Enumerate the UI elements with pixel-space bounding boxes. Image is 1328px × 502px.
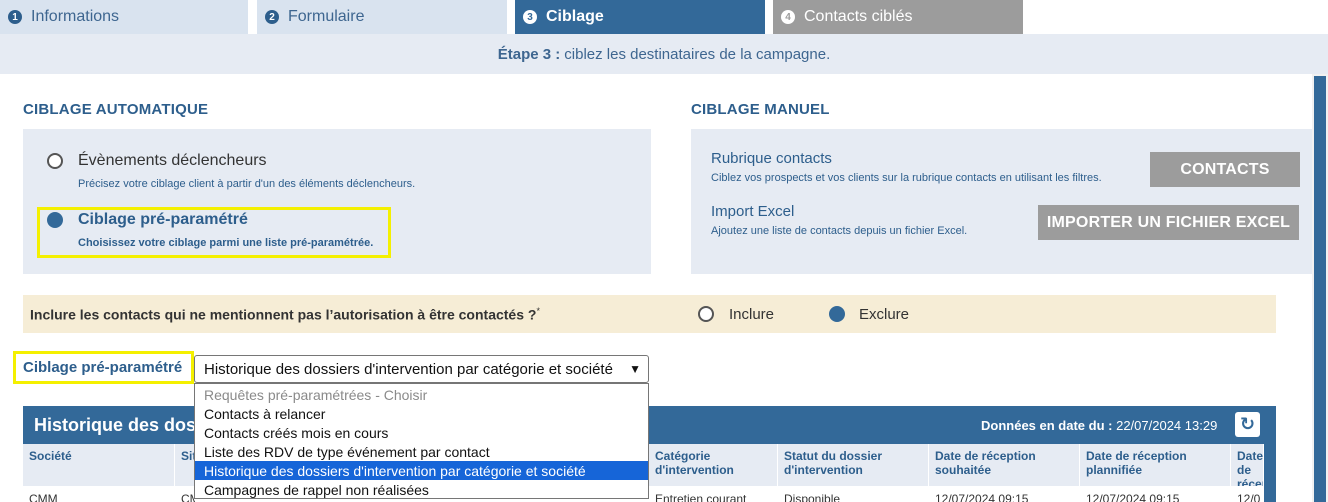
consent-question-text: Inclure les contacts qui ne mentionnent … — [30, 306, 537, 323]
chevron-down-icon: ▼ — [629, 362, 641, 376]
column-header-site[interactable]: Site — [175, 444, 195, 486]
radio-inclure[interactable] — [698, 306, 714, 322]
date-label: Données en date du : — [981, 418, 1113, 433]
column-header-date-souhaitee[interactable]: Date de réception souhaitée — [929, 444, 1080, 486]
tab-formulaire[interactable]: 2 Formulaire — [257, 0, 507, 34]
radio-preset[interactable] — [47, 212, 63, 228]
tab-informations[interactable]: 1 Informations — [0, 0, 248, 34]
option-evenements-desc: Précisez votre ciblage client à partir d… — [78, 178, 416, 190]
step-banner-prefix: Étape 3 : — [497, 45, 561, 63]
step-number-4: 4 — [781, 10, 795, 24]
column-header-statut[interactable]: Statut du dossier d'intervention — [778, 444, 929, 486]
import-excel-button[interactable]: IMPORTER UN FICHIER EXCEL — [1038, 205, 1299, 240]
column-header-date-souhaitee-2[interactable]: Date de réception souhaitée — [1231, 444, 1264, 486]
tab-informations-label: Informations — [31, 8, 120, 25]
preset-select-value: Historique des dossiers d'intervention p… — [204, 360, 613, 378]
import-excel-title: Import Excel — [711, 203, 795, 220]
rubrique-contacts-title: Rubrique contacts — [711, 150, 832, 167]
table-scrollbar[interactable] — [1264, 444, 1276, 502]
column-header-categorie[interactable]: Catégorie d'intervention — [649, 444, 778, 486]
cell-date-souhaitee-2: 12/0 — [1237, 492, 1261, 502]
refresh-icon[interactable]: ↻ — [1235, 412, 1260, 437]
dropdown-option[interactable]: Campagnes de rappel non réalisées — [195, 480, 648, 499]
import-excel-desc: Ajoutez une liste de contacts depuis un … — [711, 225, 968, 237]
option-preset-desc: Choisissez votre ciblage parmi une liste… — [78, 237, 374, 249]
step-banner: Étape 3 : ciblez les destinataires de la… — [0, 34, 1328, 74]
dropdown-option[interactable]: Contacts à relancer — [195, 404, 648, 423]
manual-section-title: CIBLAGE MANUEL — [691, 101, 830, 118]
date-value: 22/07/2024 13:29 — [1116, 418, 1218, 433]
option-exclure-label[interactable]: Exclure — [859, 306, 909, 323]
page-scrollbar-thumb[interactable] — [1314, 76, 1326, 502]
preset-select[interactable]: Historique des dossiers d'intervention p… — [194, 355, 649, 383]
step-number-2: 2 — [265, 10, 279, 24]
dropdown-option[interactable]: Liste des RDV de type événement par cont… — [195, 442, 648, 461]
tab-ciblage[interactable]: 3 Ciblage — [515, 0, 765, 34]
cell-site: CMM - Le Thillay — [181, 492, 195, 502]
tab-formulaire-label: Formulaire — [288, 8, 365, 25]
results-table-title: Historique des dossiers d'intervention p… — [34, 415, 194, 435]
tab-contacts-cibles-label: Contacts ciblés — [804, 8, 913, 25]
cell-date-plannifiee: 12/07/2024 09:15 — [1086, 492, 1180, 502]
column-header-societe[interactable]: Société — [23, 444, 175, 486]
preset-select-label: Ciblage pré-paramétré — [23, 359, 183, 376]
dropdown-option[interactable]: Contacts créés mois en cours — [195, 423, 648, 442]
dropdown-option[interactable]: Requêtes pré-paramétrées - Choisir — [195, 385, 648, 404]
cell-statut: Disponible — [784, 492, 841, 502]
results-table-date: Données en date du : 22/07/2024 13:29 — [981, 418, 1217, 433]
cell-categorie: Entretien courant — [655, 492, 747, 502]
column-header-date-plannifiee[interactable]: Date de réception plannifiée — [1080, 444, 1231, 486]
step-banner-text: ciblez les destinataires de la campagne. — [564, 45, 831, 63]
step-number-1: 1 — [8, 10, 22, 24]
cell-societe: CMM — [29, 492, 58, 502]
option-preset-title[interactable]: Ciblage pré-paramétré — [78, 211, 248, 229]
dropdown-option-selected[interactable]: Historique des dossiers d'intervention p… — [195, 461, 648, 480]
wizard-steps: 1 Informations 2 Formulaire 3 Ciblage 4 … — [0, 0, 1328, 34]
rubrique-contacts-desc: Ciblez vos prospects et vos clients sur … — [711, 172, 1102, 184]
radio-evenements[interactable] — [47, 153, 63, 169]
step-number-3: 3 — [523, 10, 537, 24]
consent-bar: Inclure les contacts qui ne mentionnent … — [23, 295, 1276, 333]
preset-dropdown-list: Requêtes pré-paramétrées - Choisir Conta… — [194, 383, 649, 499]
cell-date-souhaitee: 12/07/2024 09:15 — [935, 492, 1029, 502]
option-inclure-label[interactable]: Inclure — [729, 306, 774, 323]
tab-contacts-cibles[interactable]: 4 Contacts ciblés — [773, 0, 1023, 34]
tab-ciblage-label: Ciblage — [546, 8, 604, 25]
required-mark: * — [536, 306, 540, 316]
radio-exclure[interactable] — [829, 306, 845, 322]
consent-question: Inclure les contacts qui ne mentionnent … — [30, 306, 540, 323]
auto-section-title: CIBLAGE AUTOMATIQUE — [23, 101, 209, 118]
page-scrollbar[interactable] — [1312, 74, 1328, 502]
contacts-button[interactable]: CONTACTS — [1150, 152, 1300, 187]
option-evenements-title[interactable]: Évènements déclencheurs — [78, 152, 267, 170]
